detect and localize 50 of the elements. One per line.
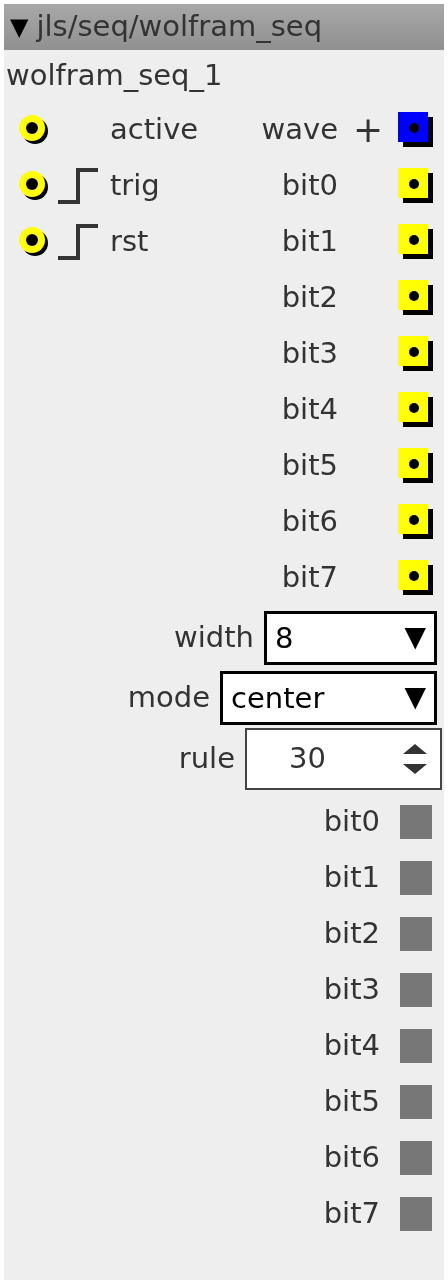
output-label: bit1 bbox=[281, 223, 338, 261]
output-port-icon[interactable] bbox=[398, 336, 434, 372]
output-port-icon[interactable] bbox=[398, 224, 434, 260]
step-icon bbox=[56, 167, 98, 205]
output-port-icon[interactable] bbox=[398, 280, 434, 316]
param-label: mode bbox=[127, 679, 210, 717]
output-label: bit5 bbox=[281, 447, 338, 485]
bit-label: bit2 bbox=[323, 915, 380, 953]
output-port-icon[interactable] bbox=[398, 392, 434, 428]
input-label: rst bbox=[110, 223, 149, 261]
output-port-icon[interactable] bbox=[398, 168, 434, 204]
output-label: bit7 bbox=[281, 559, 338, 597]
bit-indicator bbox=[400, 1197, 432, 1231]
output-label: bit2 bbox=[281, 279, 338, 317]
bit-label: bit0 bbox=[323, 803, 380, 841]
bit-label: bit5 bbox=[323, 1083, 380, 1121]
bit-indicator bbox=[400, 917, 432, 951]
input-label: active bbox=[110, 111, 199, 149]
output-label: bit0 bbox=[281, 167, 338, 205]
spinner-arrows-icon[interactable] bbox=[402, 741, 428, 777]
number-spinner[interactable]: 30 bbox=[245, 728, 442, 790]
output-port-icon[interactable] bbox=[398, 560, 434, 596]
dropdown[interactable]: center ▼ bbox=[220, 671, 437, 725]
dropdown[interactable]: 8 ▼ bbox=[264, 611, 437, 665]
bit-label: bit4 bbox=[323, 1027, 380, 1065]
bit-indicator bbox=[400, 973, 432, 1007]
bit-indicator bbox=[400, 805, 432, 839]
bit-indicator bbox=[400, 1029, 432, 1063]
output-port-icon[interactable] bbox=[398, 448, 434, 484]
param-label: width bbox=[174, 619, 254, 657]
bit-indicator bbox=[400, 861, 432, 895]
node-name: wolfram_seq_1 bbox=[5, 57, 224, 95]
bit-label: bit7 bbox=[323, 1195, 380, 1233]
bit-label: bit1 bbox=[323, 859, 380, 897]
add-output-button[interactable]: + bbox=[352, 112, 384, 148]
bit-label: bit3 bbox=[323, 971, 380, 1009]
output-port-icon[interactable] bbox=[398, 504, 434, 540]
output-label: bit6 bbox=[281, 503, 338, 541]
input-label: trig bbox=[110, 167, 160, 205]
bit-indicator bbox=[400, 1085, 432, 1119]
collapse-toggle[interactable]: ▼ bbox=[10, 9, 29, 45]
output-label: bit3 bbox=[281, 335, 338, 373]
output-port-icon[interactable] bbox=[398, 112, 434, 148]
bit-label: bit6 bbox=[323, 1139, 380, 1177]
bit-indicator bbox=[400, 1141, 432, 1175]
node-path: jls/seq/wolfram_seq bbox=[36, 8, 323, 46]
param-label: rule bbox=[178, 740, 235, 778]
output-label: bit4 bbox=[281, 391, 338, 429]
output-label: wave bbox=[261, 111, 338, 149]
step-icon bbox=[56, 223, 98, 261]
